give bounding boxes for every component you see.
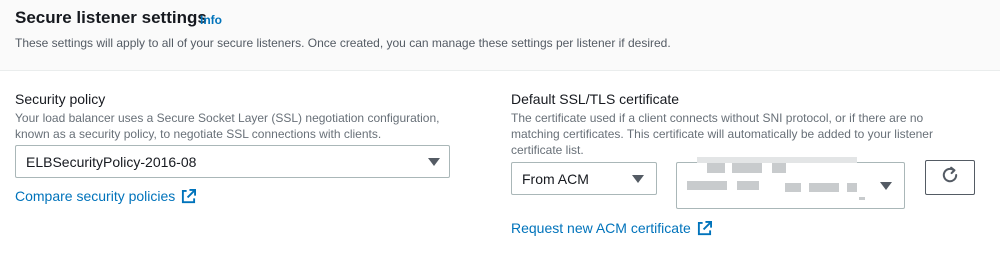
redacted-text (737, 181, 759, 190)
compare-security-policies-link[interactable]: Compare security policies (15, 188, 197, 204)
certificate-description-line: matching certificates. This certificate … (511, 127, 933, 141)
compare-security-policies-label: Compare security policies (15, 188, 176, 204)
redacted-text (859, 197, 865, 200)
security-policy-value: ELBSecurityPolicy-2016-08 (26, 154, 197, 170)
redacted-text (687, 181, 727, 190)
certificate-description: The certificate used if a client connect… (511, 110, 933, 158)
security-policy-description-line: Your load balancer uses a Secure Socket … (15, 111, 440, 125)
redacted-text (707, 163, 725, 173)
section-header: Secure listener settings Info These sett… (0, 0, 1000, 71)
certificate-description-line: The certificate used if a client connect… (511, 111, 924, 125)
caret-down-icon (632, 175, 644, 183)
security-policy-label: Security policy (15, 91, 106, 107)
redacted-text (732, 163, 762, 173)
redacted-text (785, 183, 801, 192)
security-policy-select[interactable]: ELBSecurityPolicy-2016-08 (15, 145, 450, 178)
request-acm-certificate-link[interactable]: Request new ACM certificate (511, 220, 712, 236)
certificate-description-line: certificate list. (511, 143, 584, 157)
security-policy-description: Your load balancer uses a Secure Socket … (15, 110, 440, 142)
certificate-source-value: From ACM (522, 171, 589, 187)
external-link-icon (181, 188, 197, 204)
section-title: Secure listener settings (15, 8, 207, 27)
redacted-text (809, 183, 839, 192)
redacted-text (847, 183, 857, 192)
info-link[interactable]: Info (200, 13, 222, 27)
certificate-select[interactable] (676, 157, 905, 209)
refresh-icon (941, 166, 959, 189)
security-policy-description-line: known as a security policy, to negotiate… (15, 127, 382, 141)
redacted-text (772, 163, 786, 173)
certificate-label: Default SSL/TLS certificate (511, 91, 680, 107)
certificate-source-select[interactable]: From ACM (511, 162, 657, 195)
refresh-button[interactable] (925, 160, 975, 195)
section-subtitle: These settings will apply to all of your… (15, 36, 671, 50)
caret-down-icon (880, 182, 892, 190)
caret-down-icon (428, 158, 440, 166)
external-link-icon (697, 220, 712, 236)
request-acm-certificate-label: Request new ACM certificate (511, 220, 691, 236)
